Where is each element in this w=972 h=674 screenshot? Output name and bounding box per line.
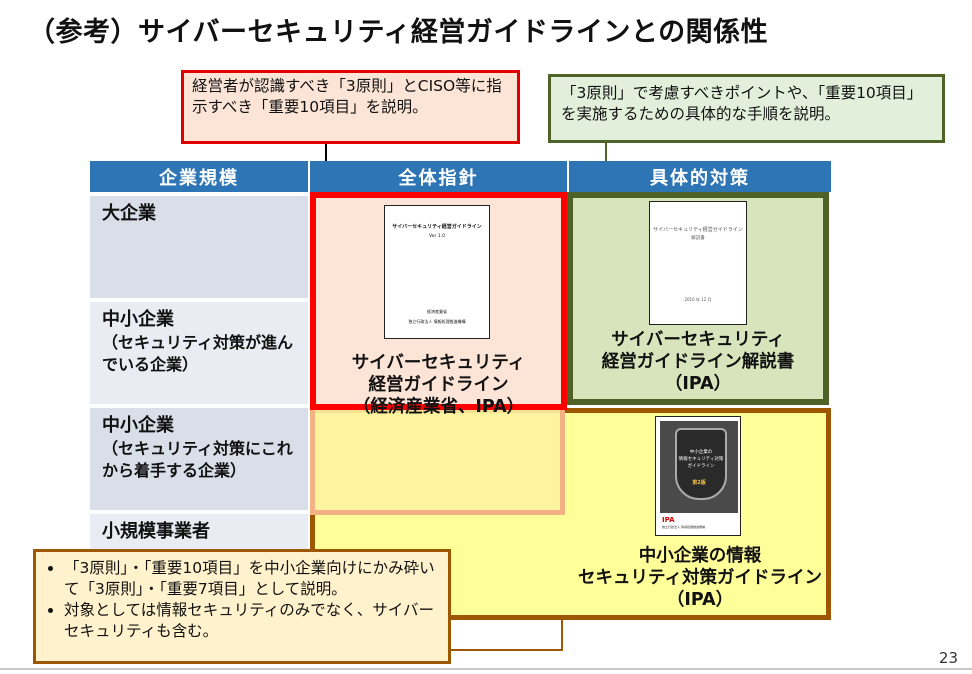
header-overall-guideline: 全体指針: [310, 161, 567, 192]
connector-line-bottom-vertical: [561, 618, 563, 651]
header-company-size: 企業規模: [90, 161, 308, 192]
row-label: 大企業: [102, 203, 156, 224]
row-sublabel: （セキュリティ対策が進んでいる企業）: [102, 333, 294, 374]
cover-title: サイバーセキュリティ経営ガイドライン: [653, 227, 743, 233]
cover-title: サイバーセキュリティ経営ガイドライン: [392, 224, 482, 230]
callout-commentary-text: 「3原則」で考慮すべきポイントや、「重要10項目」を実施するための具体的な手順を…: [561, 84, 923, 123]
caption-line: 中小企業の情報: [638, 546, 762, 566]
commentary-cover-image: サイバーセキュリティ経営ガイドライン 解説書 2016 年 12 月: [649, 201, 747, 325]
caption-line: 経営ガイドライン: [368, 375, 509, 395]
ipa-logo: IPA: [662, 516, 675, 524]
callout-commentary: 「3原則」で考慮すべきポイントや、「重要10項目」を実施するための具体的な手順を…: [548, 74, 945, 143]
cover-edition: 第2版: [692, 480, 706, 486]
caption-line: サイバーセキュリティ: [611, 330, 785, 350]
row-small-business: 小規模事業者: [90, 514, 308, 550]
footer-divider: [0, 668, 972, 670]
callout-bullet: 対象としては情報セキュリティのみでなく、サイバーセキュリティも含む。: [64, 600, 438, 642]
row-label: 小規模事業者: [102, 521, 210, 542]
cover-date: 2016 年 12 月: [684, 297, 712, 302]
callout-sme-guideline: 「3原則」・「重要10項目」を中小企業向けにかみ砕いて「3原則」・「重要7項目」…: [33, 549, 451, 664]
cover-subtitle: 解説書: [691, 236, 705, 241]
callout-guideline-text: 経営者が認識すべき「3原則」とCISO等に指示すべき「重要10項目」を説明。: [192, 77, 502, 116]
callout-bullet: 「3原則」・「重要10項目」を中小企業向けにかみ砕いて「3原則」・「重要7項目」…: [64, 558, 438, 600]
commentary-caption: サイバーセキュリティ 経営ガイドライン解説書 （IPA）: [567, 329, 829, 395]
callout-bullet-list: 「3原則」・「重要10項目」を中小企業向けにかみ砕いて「3原則」・「重要7項目」…: [44, 558, 438, 642]
cover-publisher: 経済産業省: [427, 309, 447, 314]
overlap-region: [310, 405, 565, 515]
row-sublabel: （セキュリティ対策にこれから着手する企業）: [102, 439, 293, 480]
caption-line: （IPA）: [666, 590, 734, 610]
guideline-cover-image: サイバーセキュリティ経営ガイドライン Ver 1.0 経済産業省 独立行政法人 …: [384, 205, 490, 339]
shield-icon: 中小企業の 情報セキュリティ対策 ガイドライン: [675, 428, 727, 500]
sme-guideline-cover-image: 中小企業の 情報セキュリティ対策 ガイドライン 第2版 IPA 独立行政法人 情…: [655, 416, 741, 536]
callout-guideline: 経営者が認識すべき「3原則」とCISO等に指示すべき「重要10項目」を説明。: [181, 70, 520, 144]
row-label: 中小企業: [102, 415, 174, 436]
page-title: （参考）サイバーセキュリティ経営ガイドラインとの関係性: [28, 17, 769, 48]
cover-title: ガイドライン: [687, 464, 715, 469]
row-sme-beginner: 中小企業 （セキュリティ対策にこれから着手する企業）: [90, 408, 308, 510]
caption-line: 経営ガイドライン解説書: [601, 352, 795, 372]
header-specific-measures: 具体的対策: [569, 161, 831, 192]
cover-title: 情報セキュリティ対策: [678, 457, 724, 462]
caption-line: サイバーセキュリティ: [351, 353, 526, 373]
cover-version: Ver 1.0: [429, 234, 445, 239]
row-large-enterprise: 大企業: [90, 196, 308, 298]
cover-publisher: 独立行政法人 情報処理推進機構: [408, 319, 466, 324]
connector-line-bottom: [451, 649, 563, 651]
caption-line: セキュリティ対策ガイドライン: [578, 568, 822, 588]
cover-background: 中小企業の 情報セキュリティ対策 ガイドライン 第2版: [660, 421, 738, 513]
row-label: 中小企業: [102, 309, 174, 330]
caption-line: （経済産業省、IPA）: [352, 397, 525, 417]
guideline-caption: サイバーセキュリティ 経営ガイドライン （経済産業省、IPA）: [310, 352, 567, 418]
page-number: 23: [938, 649, 958, 667]
row-sme-advanced: 中小企業 （セキュリティ対策が進んでいる企業）: [90, 302, 308, 404]
caption-line: （IPA）: [664, 374, 732, 394]
cover-publisher: 独立行政法人 情報処理推進機構: [662, 525, 705, 529]
sme-guideline-caption: 中小企業の情報 セキュリティ対策ガイドライン （IPA）: [560, 545, 840, 611]
cover-title: 中小企業の: [689, 450, 713, 455]
